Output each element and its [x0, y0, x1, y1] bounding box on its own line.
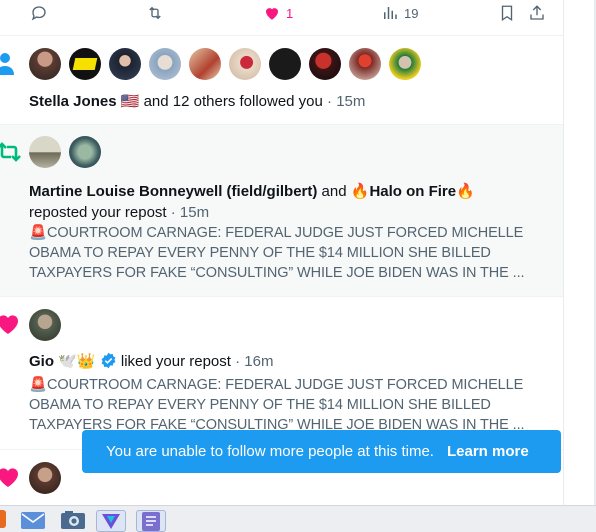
camera-icon [61, 511, 85, 529]
actor-name[interactable]: Martine Louise Bonneywell (field/gilbert… [29, 183, 317, 200]
actor-name[interactable]: Gio [29, 353, 54, 370]
right-column [564, 0, 596, 505]
like-count: 1 [286, 5, 294, 21]
avatar[interactable] [29, 48, 61, 80]
liker-avatars [29, 309, 61, 341]
share-button[interactable] [528, 3, 546, 23]
avatar[interactable] [149, 48, 181, 80]
reply-icon [31, 6, 46, 21]
learn-more-link[interactable]: Learn more [447, 443, 529, 460]
repost-notification[interactable]: Martine Louise Bonneywell (field/gilbert… [0, 125, 563, 297]
follow-notification[interactable]: Stella Jones 🇺🇸 and 12 others followed y… [0, 36, 563, 125]
timestamp: · 15m [327, 93, 366, 110]
reply-button[interactable] [30, 3, 48, 23]
like-button[interactable]: 1 [263, 3, 293, 23]
avatar[interactable] [29, 309, 61, 341]
flag-emoji: 🇺🇸 [120, 93, 140, 110]
bookmark-icon [501, 5, 513, 22]
follow-rest: and 12 others followed you [143, 93, 323, 110]
mail-icon [21, 512, 45, 529]
timestamp: · 16m [235, 353, 274, 370]
avatar[interactable] [389, 48, 421, 80]
avatar[interactable] [69, 48, 101, 80]
actor-emoji: 🕊️👑 [58, 353, 96, 370]
follower-avatars [29, 48, 421, 80]
views-button[interactable]: 19 [381, 3, 418, 23]
browser-icon [102, 514, 120, 529]
person-icon [0, 53, 14, 75]
bar-chart-icon [384, 7, 397, 19]
timestamp: · 15m [170, 204, 210, 221]
avatar[interactable] [269, 48, 301, 80]
like-text: Gio 🕊️👑 liked your repost · 16m [29, 352, 273, 372]
repost-action-line: reposted your repost · 15m [29, 203, 209, 223]
reposter-avatars [29, 136, 101, 168]
repost-icon [149, 6, 161, 20]
post-preview[interactable]: 🚨COURTROOM CARNAGE: FEDERAL JUDGE JUST F… [29, 375, 529, 435]
error-toast: You are unable to follow more people at … [82, 430, 561, 473]
toast-message: You are unable to follow more people at … [106, 443, 434, 460]
avatar[interactable] [309, 48, 341, 80]
conjunction: and [321, 183, 347, 200]
avatar[interactable] [29, 136, 61, 168]
avatar[interactable] [109, 48, 141, 80]
repost-action: reposted your repost [29, 204, 167, 221]
fire-emoji: 🔥 [456, 183, 475, 200]
repost-button[interactable] [146, 3, 164, 23]
notes-icon [142, 512, 160, 531]
views-count: 19 [404, 5, 419, 21]
share-icon [530, 5, 544, 20]
taskbar-camera[interactable] [58, 510, 88, 532]
taskbar-app-orange[interactable] [0, 510, 8, 532]
verified-badge-icon [101, 352, 116, 369]
post-preview[interactable]: 🚨COURTROOM CARNAGE: FEDERAL JUDGE JUST F… [29, 223, 529, 283]
repost-icon [0, 142, 21, 162]
actor-name[interactable]: Halo on Fire [369, 183, 456, 200]
heart-icon [0, 468, 19, 487]
taskbar-browser[interactable] [96, 510, 126, 532]
follow-text: Stella Jones 🇺🇸 and 12 others followed y… [29, 92, 365, 112]
taskbar-mail[interactable] [18, 510, 48, 532]
bookmark-button[interactable] [498, 3, 516, 23]
tweet-action-bar: 1 19 [0, 0, 563, 36]
liker-avatars [29, 462, 61, 494]
actor-name[interactable]: Stella Jones [29, 93, 117, 110]
avatar[interactable] [69, 136, 101, 168]
heart-icon [0, 315, 19, 334]
app-icon [0, 510, 6, 528]
avatar[interactable] [29, 462, 61, 494]
taskbar-notes[interactable] [136, 510, 166, 532]
fire-emoji: 🔥 [350, 183, 370, 200]
like-notification[interactable]: Gio 🕊️👑 liked your repost · 16m 🚨COURTRO… [0, 297, 563, 450]
avatar[interactable] [229, 48, 261, 80]
heart-filled-icon [266, 8, 278, 20]
like-action: liked your repost [120, 353, 231, 370]
taskbar [0, 505, 596, 532]
avatar[interactable] [189, 48, 221, 80]
repost-actors: Martine Louise Bonneywell (field/gilbert… [29, 182, 475, 202]
avatar[interactable] [349, 48, 381, 80]
